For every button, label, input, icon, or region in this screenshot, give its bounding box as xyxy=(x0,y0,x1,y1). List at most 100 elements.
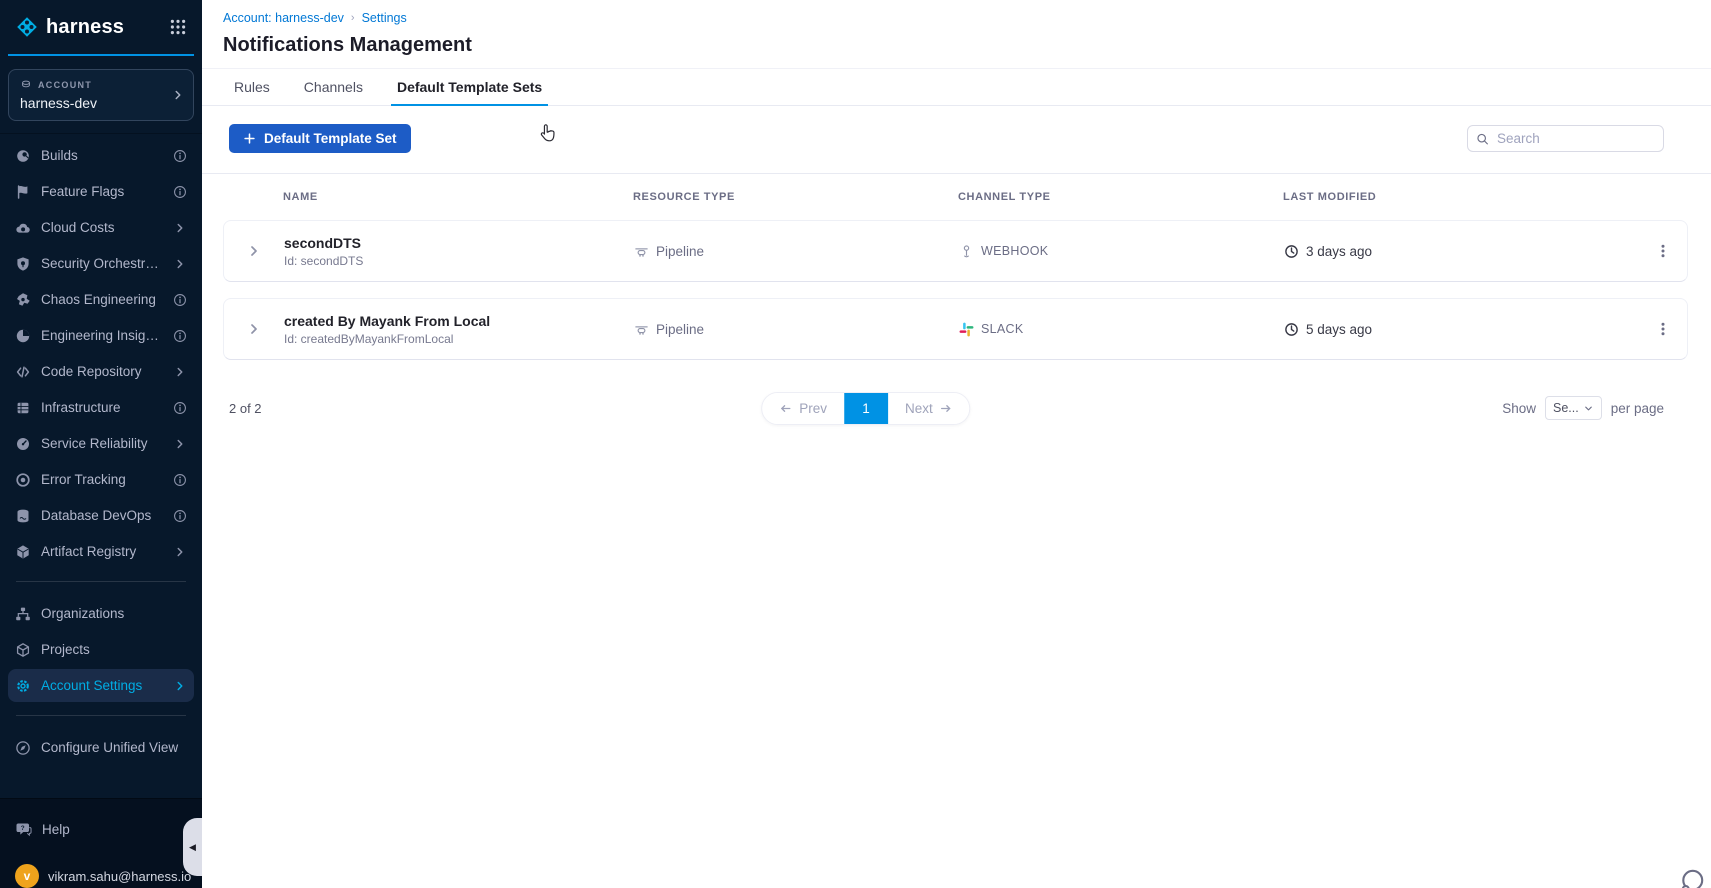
chevron-right-icon xyxy=(173,437,187,451)
sidebar-item-database-devops[interactable]: Database DevOps xyxy=(8,499,194,532)
result-count: 2 of 2 xyxy=(229,400,262,416)
sidebar-item-artifact-registry[interactable]: Artifact Registry xyxy=(8,535,194,568)
sidebar-item-error-tracking[interactable]: Error Tracking xyxy=(8,463,194,496)
row-menu-kebab-icon[interactable] xyxy=(1639,321,1687,337)
clock-icon xyxy=(1284,244,1299,259)
sidebar-item-security-orchestrat[interactable]: Security Orchestrat... xyxy=(8,247,194,280)
feature-flags-icon xyxy=(15,184,31,200)
sidebar-item-account-settings[interactable]: Account Settings xyxy=(8,669,194,702)
tab-label: Default Template Sets xyxy=(396,79,543,95)
app-root: harness ACCOUNT harness-dev Builds Featu… xyxy=(0,0,1711,888)
sidebar-collapse-handle[interactable]: ◀ xyxy=(183,818,202,876)
pipeline-icon xyxy=(634,244,649,259)
chevron-right-icon xyxy=(173,679,187,693)
sidebar-item-chaos-engineering[interactable]: Chaos Engineering xyxy=(8,283,194,316)
logo-row: harness xyxy=(0,0,202,54)
sidebar-item-organizations[interactable]: Organizations xyxy=(8,597,194,630)
template-set-id: Id: createdByMayankFromLocal xyxy=(284,331,454,346)
sidebar-item-label: Organizations xyxy=(41,606,125,621)
table-row[interactable]: secondDTS Id: secondDTS Pipeline WEBHOOK xyxy=(223,220,1688,282)
tab-default-template-sets[interactable]: Default Template Sets xyxy=(390,69,549,106)
page-size-control: Show Se... per page xyxy=(1502,396,1664,420)
sidebar-item-engineering-insights[interactable]: Engineering Insights xyxy=(8,319,194,352)
sidebar-divider xyxy=(16,581,186,582)
sidebar-nav-tertiary: Configure Unified View xyxy=(0,726,202,767)
sidebar-item-infrastructure[interactable]: Infrastructure xyxy=(8,391,194,424)
column-last-modified: LAST MODIFIED xyxy=(1283,191,1377,203)
breadcrumb-settings-link[interactable]: Settings xyxy=(362,11,407,25)
toolbar: Default Template Set xyxy=(202,106,1711,174)
info-icon xyxy=(173,509,187,523)
template-set-name: secondDTS xyxy=(284,234,362,251)
sidebar-item-label: Account Settings xyxy=(41,678,143,693)
pager: Prev 1 Next xyxy=(761,391,971,425)
infrastructure-icon xyxy=(15,400,31,416)
tab-channels[interactable]: Channels xyxy=(302,69,365,105)
sidebar-item-service-reliability[interactable]: Service Reliability xyxy=(8,427,194,460)
next-page-button[interactable]: Next xyxy=(887,392,970,424)
row-expand-chevron-icon[interactable] xyxy=(224,243,284,259)
plus-icon xyxy=(243,132,256,145)
error-tracking-icon xyxy=(15,472,31,488)
app-grid-icon[interactable] xyxy=(169,18,187,36)
page-size-select[interactable]: Se... xyxy=(1544,396,1602,420)
user-menu[interactable]: v vikram.sahu@harness.io xyxy=(15,864,191,888)
sidebar-item-label: Code Repository xyxy=(41,364,142,379)
projects-icon xyxy=(15,642,31,658)
page-header: Account: harness-dev › Settings Notifica… xyxy=(202,0,1711,69)
tab-label: Rules xyxy=(234,79,270,95)
page-1-button[interactable]: 1 xyxy=(843,392,888,424)
security-orchestration-icon xyxy=(15,256,31,272)
tabs-bar: Rules Channels Default Template Sets xyxy=(202,69,1711,106)
account-switcher[interactable]: ACCOUNT harness-dev xyxy=(8,69,194,121)
account-settings-icon xyxy=(15,678,31,694)
sidebar-nav-primary: Builds Feature Flags Cloud Costs Securit… xyxy=(0,133,202,571)
new-button-label: Default Template Set xyxy=(264,131,397,146)
channel-type-value: WEBHOOK xyxy=(981,244,1049,258)
breadcrumb-account-link[interactable]: Account: harness-dev xyxy=(223,11,344,25)
chat-assistant-icon[interactable] xyxy=(1677,867,1705,888)
avatar: v xyxy=(15,864,39,888)
sidebar-item-label: Error Tracking xyxy=(41,472,126,487)
sidebar-item-code-repository[interactable]: Code Repository xyxy=(8,355,194,388)
help-button[interactable]: ? Help xyxy=(15,821,187,838)
new-default-template-set-button[interactable]: Default Template Set xyxy=(229,124,411,153)
cloud-costs-icon xyxy=(15,220,31,236)
sidebar-item-projects[interactable]: Projects xyxy=(8,633,194,666)
resource-type-value: Pipeline xyxy=(656,321,705,337)
search-icon xyxy=(1476,132,1489,145)
prev-page-button[interactable]: Prev xyxy=(762,392,844,424)
table-row[interactable]: created By Mayank From Local Id: created… xyxy=(223,298,1688,360)
sidebar-item-configure-unified-view[interactable]: Configure Unified View xyxy=(8,731,194,764)
sidebar-item-feature-flags[interactable]: Feature Flags xyxy=(8,175,194,208)
column-resource-type: RESOURCE TYPE xyxy=(633,191,735,203)
sidebar-item-builds[interactable]: Builds xyxy=(8,139,194,172)
harness-logo-icon xyxy=(15,15,39,39)
chevron-right-icon xyxy=(173,257,187,271)
sidebar-item-cloud-costs[interactable]: Cloud Costs xyxy=(8,211,194,244)
engineering-insights-icon xyxy=(15,328,31,344)
column-channel-type: CHANNEL TYPE xyxy=(958,191,1051,203)
last-modified-value: 5 days ago xyxy=(1306,321,1373,337)
pagination: 2 of 2 Prev 1 Next Show Se... per page xyxy=(202,376,1711,425)
tab-rules[interactable]: Rules xyxy=(232,69,272,105)
breadcrumb-separator-icon: › xyxy=(350,12,355,24)
row-menu-kebab-icon[interactable] xyxy=(1639,243,1687,259)
sidebar-item-label: Security Orchestrat... xyxy=(41,256,163,271)
user-email: vikram.sahu@harness.io xyxy=(48,868,192,884)
channel-type-value: SLACK xyxy=(981,322,1024,336)
breadcrumb: Account: harness-dev › Settings xyxy=(223,11,1687,25)
template-set-name: created By Mayank From Local xyxy=(284,312,491,329)
sidebar: harness ACCOUNT harness-dev Builds Featu… xyxy=(0,0,202,888)
clock-icon xyxy=(1284,322,1299,337)
brand-underline xyxy=(8,54,194,56)
sidebar-item-label: Chaos Engineering xyxy=(41,292,156,307)
builds-icon xyxy=(15,148,31,164)
pipeline-icon xyxy=(634,322,649,337)
chaos-engineering-icon xyxy=(15,292,31,308)
sidebar-divider xyxy=(16,715,186,716)
row-expand-chevron-icon[interactable] xyxy=(224,321,284,337)
search-input[interactable] xyxy=(1467,125,1664,152)
template-sets-table: NAME RESOURCE TYPE CHANNEL TYPE LAST MOD… xyxy=(202,174,1711,360)
svg-text:?: ? xyxy=(21,825,25,832)
